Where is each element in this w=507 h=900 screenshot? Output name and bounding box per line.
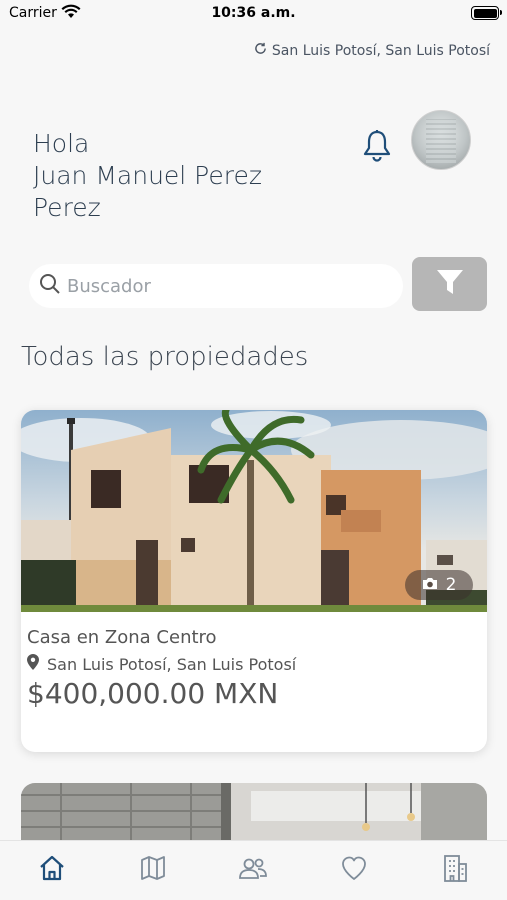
greeting: Hola Juan Manuel Perez Perez [33, 128, 333, 224]
property-card[interactable]: 2 Casa en Zona Centro San Luis Potosí, S… [21, 410, 487, 752]
current-location-label: San Luis Potosí, San Luis Potosí [271, 42, 490, 59]
search-input[interactable] [67, 275, 387, 297]
property-photo[interactable]: 2 [21, 410, 487, 612]
current-location[interactable]: San Luis Potosí, San Luis Potosí [254, 42, 490, 59]
photo-count: 2 [445, 575, 457, 595]
building-icon [441, 853, 469, 887]
users-icon [238, 854, 268, 886]
photo-count-badge: 2 [405, 570, 473, 600]
clock: 10:36 a.m. [211, 5, 296, 21]
property-location-label: San Luis Potosí, San Luis Potosí [47, 654, 297, 674]
tab-bar [0, 840, 507, 900]
tab-buildings[interactable] [440, 855, 470, 885]
user-name-line2: Perez [33, 193, 101, 222]
filter-button[interactable] [412, 257, 487, 311]
camera-icon [422, 575, 438, 595]
tab-map[interactable] [138, 855, 168, 885]
filter-icon [435, 267, 465, 301]
tab-favorites[interactable] [339, 855, 369, 885]
tab-home[interactable] [37, 855, 67, 885]
refresh-icon[interactable] [254, 42, 267, 59]
status-bar: Carrier 10:36 a.m. [0, 0, 507, 30]
avatar[interactable] [411, 110, 471, 170]
location-pin-icon [27, 654, 39, 674]
notifications-bell-icon[interactable] [361, 129, 393, 167]
home-icon [38, 854, 66, 886]
search-icon [39, 273, 61, 299]
property-price: $400,000.00 MXN [27, 677, 279, 710]
section-title: Todas las propiedades [21, 342, 309, 372]
property-title: Casa en Zona Centro [27, 627, 217, 648]
search-bar[interactable] [29, 264, 403, 308]
map-icon [139, 854, 167, 886]
property-location: San Luis Potosí, San Luis Potosí [27, 654, 296, 674]
heart-icon [340, 855, 368, 885]
greeting-hello: Hola [33, 129, 90, 158]
tab-users[interactable] [238, 855, 268, 885]
user-name-line1: Juan Manuel Perez [33, 161, 262, 190]
battery-icon [471, 6, 502, 20]
